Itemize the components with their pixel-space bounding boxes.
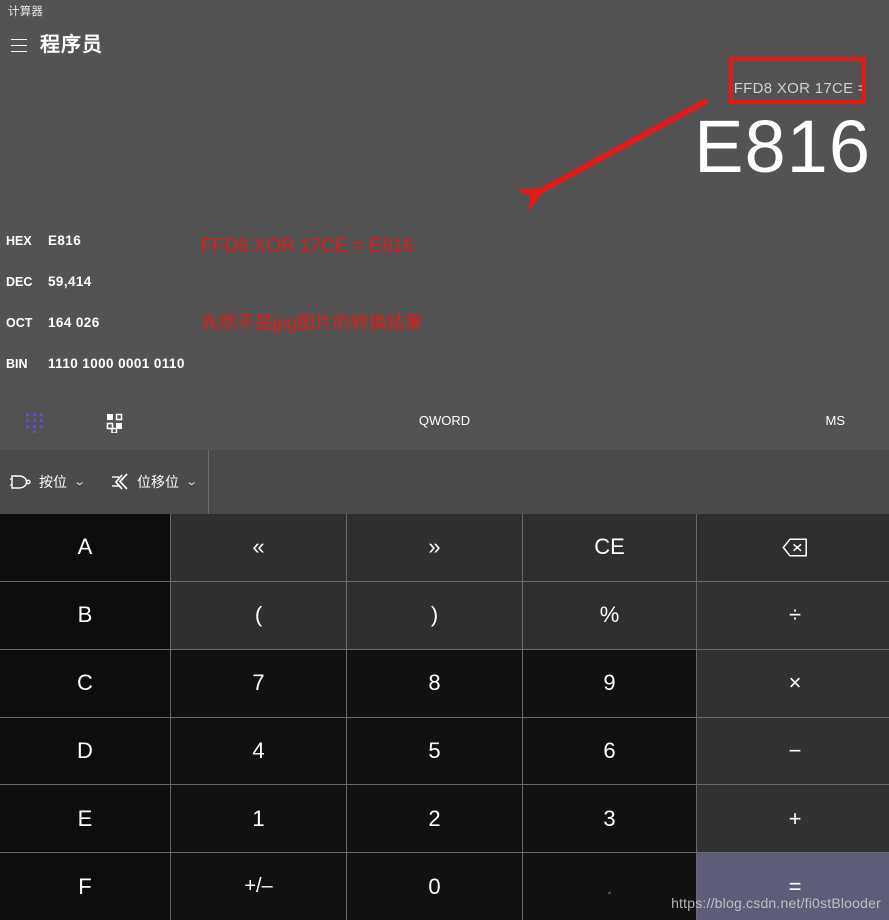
key-modulo[interactable]: %: [523, 581, 696, 649]
key-clear-entry[interactable]: CE: [523, 514, 696, 581]
base-conversion-list: HEX E816 DEC 59,414 OCT 164 026 BIN 1110…: [0, 233, 420, 398]
key-add[interactable]: +: [697, 785, 889, 853]
bitshift-dropdown[interactable]: 位移位 ⌄: [100, 450, 206, 514]
title-bar: 计算器: [0, 0, 889, 22]
base-value: E816: [48, 233, 82, 248]
key-decimal-point: .: [523, 853, 696, 920]
expression-text: FFD8 XOR 17CE =: [733, 80, 867, 97]
key-divide[interactable]: ÷: [697, 581, 889, 649]
base-value: 164 026: [48, 315, 100, 330]
options-bar: QWORD MS: [0, 400, 889, 452]
key-c[interactable]: C: [0, 649, 170, 717]
bitwise-dropdown[interactable]: 按位 ⌄: [0, 450, 94, 514]
base-label: DEC: [6, 275, 33, 289]
key-3[interactable]: 3: [523, 785, 696, 853]
bit-toggle-icon[interactable]: [88, 406, 142, 440]
base-row-bin[interactable]: BIN 1110 1000 0001 0110: [0, 356, 420, 398]
key-paren-close[interactable]: ): [347, 581, 522, 649]
backspace-icon: [782, 538, 808, 557]
base-label: BIN: [6, 357, 28, 371]
key-4[interactable]: 4: [171, 717, 346, 785]
operator-dropdown-bar: 按位 ⌄ 位移位 ⌄: [0, 450, 889, 515]
display-area: FFD8 XOR 17CE = E816 HEX E816 DEC 59,414…: [0, 64, 889, 394]
key-subtract[interactable]: −: [697, 717, 889, 785]
base-row-hex[interactable]: HEX E816: [0, 233, 420, 275]
logic-gate-icon: [10, 475, 32, 489]
key-9[interactable]: 9: [523, 649, 696, 717]
key-a[interactable]: A: [0, 514, 170, 581]
key-shift-left[interactable]: «: [171, 514, 346, 581]
key-6[interactable]: 6: [523, 717, 696, 785]
window-title: 计算器: [8, 6, 44, 18]
calculator-window: 计算器 程序员 FFD8 XOR 17CE = E816 HEX E816 DE…: [0, 0, 889, 920]
bit-shift-icon: [110, 473, 130, 491]
key-0[interactable]: 0: [347, 853, 522, 920]
key-b[interactable]: B: [0, 581, 170, 649]
result-value: E816: [694, 105, 871, 188]
key-f[interactable]: F: [0, 853, 170, 920]
base-label: OCT: [6, 316, 33, 330]
dropdown-group: 按位 ⌄ 位移位 ⌄: [0, 450, 209, 515]
bitwise-label: 按位: [39, 474, 67, 490]
keypad: A « » CE B ( ) % ÷ C 7 8 9 × D 4 5 6 − E…: [0, 514, 889, 920]
page-title: 程序员: [40, 34, 103, 56]
bitshift-label: 位移位: [137, 474, 179, 490]
base-label: HEX: [6, 234, 32, 248]
hamburger-icon[interactable]: [4, 30, 34, 60]
key-multiply[interactable]: ×: [697, 649, 889, 717]
key-shift-right[interactable]: »: [347, 514, 522, 581]
base-value: 59,414: [48, 274, 92, 289]
base-row-dec[interactable]: DEC 59,414: [0, 274, 420, 316]
app-header: 程序员: [0, 24, 889, 64]
chevron-down-icon: ⌄: [185, 475, 199, 488]
key-8[interactable]: 8: [347, 649, 522, 717]
base-row-oct[interactable]: OCT 164 026: [0, 315, 420, 357]
base-value: 1110 1000 0001 0110: [48, 356, 185, 371]
key-2[interactable]: 2: [347, 785, 522, 853]
memory-store-button[interactable]: MS: [826, 413, 846, 428]
key-plus-minus[interactable]: +/–: [171, 853, 346, 920]
key-d[interactable]: D: [0, 717, 170, 785]
key-paren-open[interactable]: (: [171, 581, 346, 649]
key-backspace[interactable]: [697, 514, 889, 581]
watermark: https://blog.csdn.net/fi0stBlooder: [671, 895, 881, 911]
key-7[interactable]: 7: [171, 649, 346, 717]
key-5[interactable]: 5: [347, 717, 522, 785]
key-e[interactable]: E: [0, 785, 170, 853]
word-size-label[interactable]: QWORD: [419, 413, 470, 428]
key-1[interactable]: 1: [171, 785, 346, 853]
keypad-icon[interactable]: [8, 406, 80, 452]
chevron-down-icon: ⌄: [73, 475, 87, 488]
